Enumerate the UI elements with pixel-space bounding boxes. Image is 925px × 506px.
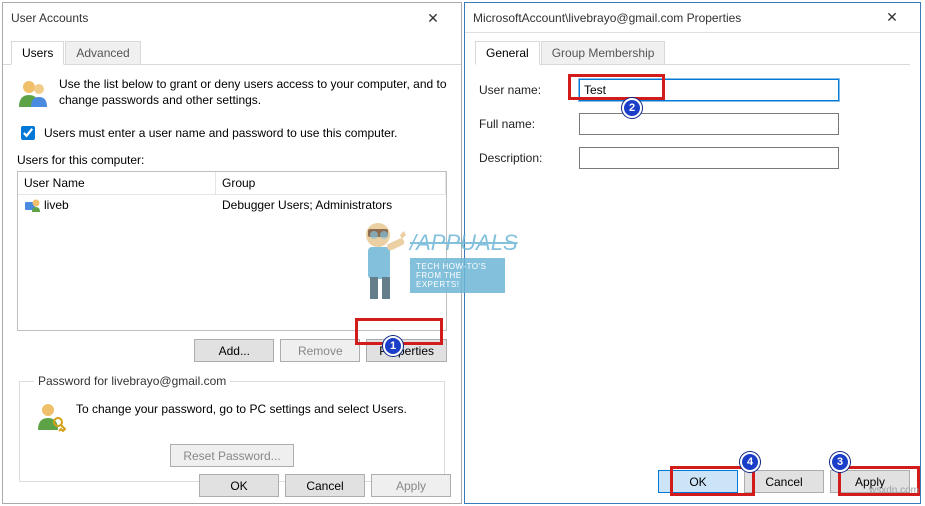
cancel-button[interactable]: Cancel [744, 470, 824, 493]
properties-title: MicrosoftAccount\livebrayo@gmail.com Pro… [473, 11, 872, 25]
ok-button[interactable]: OK [199, 474, 279, 497]
ok-button[interactable]: OK [658, 470, 738, 493]
step-marker-2: 2 [622, 98, 642, 118]
key-user-icon [34, 400, 66, 432]
username-field[interactable] [579, 79, 839, 101]
column-username[interactable]: User Name [18, 172, 216, 194]
username-label: User name: [479, 83, 569, 97]
user-accounts-titlebar: User Accounts ✕ [3, 3, 461, 33]
tab-general[interactable]: General [475, 41, 540, 65]
table-row[interactable]: liveb Debugger Users; Administrators [18, 195, 446, 215]
listview-header: User Name Group [18, 172, 446, 195]
tab-users[interactable]: Users [11, 41, 64, 65]
properties-titlebar: MicrosoftAccount\livebrayo@gmail.com Pro… [465, 3, 920, 33]
require-password-row: Users must enter a user name and passwor… [17, 123, 447, 143]
description-label: Description: [479, 151, 569, 165]
close-icon[interactable]: ✕ [872, 5, 912, 31]
require-password-label: Users must enter a user name and passwor… [44, 126, 398, 140]
tab-advanced[interactable]: Advanced [65, 41, 140, 64]
user-accounts-bottom-buttons: OK Cancel Apply [199, 474, 451, 497]
properties-tabs: General Group Membership [475, 41, 910, 65]
remove-button: Remove [280, 339, 360, 362]
user-group-cell: Debugger Users; Administrators [216, 195, 446, 215]
fullname-field[interactable] [579, 113, 839, 135]
reset-password-button: Reset Password... [170, 444, 293, 467]
users-icon [17, 77, 49, 109]
require-password-checkbox[interactable] [21, 126, 35, 140]
password-row: To change your password, go to PC settin… [34, 400, 430, 432]
footer-watermark: wsxdn.com [869, 485, 919, 496]
password-legend: Password for livebrayo@gmail.com [34, 374, 230, 388]
step-marker-3: 3 [830, 452, 850, 472]
users-list-label: Users for this computer: [17, 153, 447, 167]
user-row-icon [24, 198, 40, 212]
user-accounts-tabs: Users Advanced [3, 33, 461, 65]
user-name-cell: liveb [44, 198, 69, 212]
user-accounts-body: Use the list below to grant or deny user… [3, 65, 461, 494]
fullname-label: Full name: [479, 117, 569, 131]
column-group[interactable]: Group [216, 172, 446, 194]
tab-group-membership[interactable]: Group Membership [541, 41, 666, 64]
password-section: Password for livebrayo@gmail.com To chan… [19, 374, 445, 482]
user-accounts-window: User Accounts ✕ Users Advanced Use the l… [2, 2, 462, 504]
apply-button: Apply [371, 474, 451, 497]
user-accounts-title: User Accounts [11, 11, 413, 25]
description-field[interactable] [579, 147, 839, 169]
properties-window: MicrosoftAccount\livebrayo@gmail.com Pro… [464, 2, 921, 504]
properties-form: User name: Full name: Description: [465, 65, 920, 169]
add-button[interactable]: Add... [194, 339, 274, 362]
properties-button[interactable]: Properties [366, 339, 447, 362]
user-cell: liveb [18, 195, 216, 215]
step-marker-4: 4 [740, 452, 760, 472]
users-listview[interactable]: User Name Group liveb Debugger Users; Ad… [17, 171, 447, 331]
intro-text: Use the list below to grant or deny user… [59, 77, 447, 109]
password-text: To change your password, go to PC settin… [76, 400, 430, 416]
intro-row: Use the list below to grant or deny user… [17, 77, 447, 109]
step-marker-1: 1 [383, 336, 403, 356]
cancel-button[interactable]: Cancel [285, 474, 365, 497]
close-icon[interactable]: ✕ [413, 5, 453, 31]
